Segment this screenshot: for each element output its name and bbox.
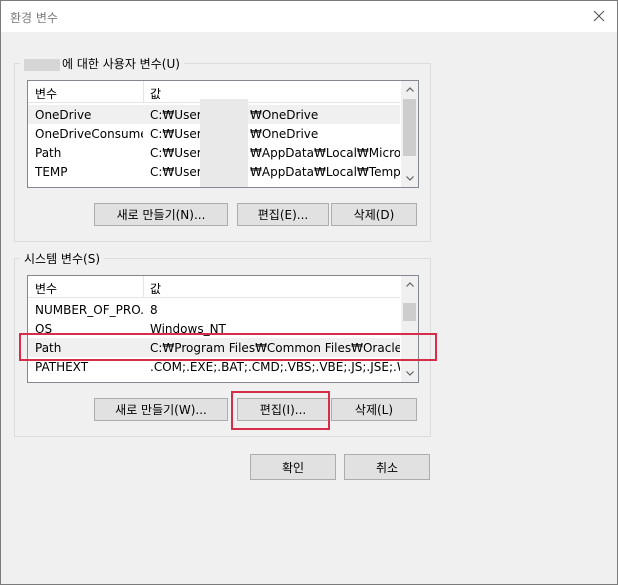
column-separator[interactable]	[143, 276, 144, 297]
title-bar: 환경 변수	[1, 1, 617, 32]
chevron-up-icon	[405, 87, 414, 92]
system-delete-button[interactable]: 삭제(L)	[331, 398, 417, 421]
scroll-down-button[interactable]	[401, 365, 418, 382]
environment-variables-dialog: 환경 변수 에 대한 사용자 변수(U) 변수 값 OneDrive C:₩Us…	[0, 0, 618, 585]
variable-name: OneDrive	[35, 108, 92, 122]
scroll-thumb[interactable]	[403, 303, 416, 321]
variable-name: PATHEXT	[35, 360, 89, 374]
variable-name: TEMP	[35, 165, 68, 179]
variable-value-suffix: ₩OneDrive	[250, 108, 319, 122]
system-new-button[interactable]: 새로 만들기(W)...	[94, 398, 228, 421]
scroll-up-button[interactable]	[401, 81, 418, 98]
variable-value-suffix: ₩AppData₩Local₩Temp	[250, 165, 401, 179]
variable-name: NUMBER_OF_PRO...	[35, 303, 143, 317]
system-variables-legend: 시스템 변수(S)	[24, 252, 100, 266]
column-header-value[interactable]: 값	[150, 280, 161, 297]
chevron-down-icon	[405, 371, 414, 376]
scroll-down-button[interactable]	[401, 170, 418, 187]
scroll-thumb[interactable]	[403, 99, 416, 156]
user-variables-list[interactable]: 변수 값 OneDrive C:₩Users ₩OneDrive OneDriv…	[27, 80, 419, 188]
column-header-value[interactable]: 값	[150, 85, 161, 102]
chevron-down-icon	[405, 176, 414, 181]
variable-value: 8	[150, 303, 158, 317]
scroll-up-button[interactable]	[401, 276, 418, 293]
user-list-scrollbar[interactable]	[400, 81, 418, 187]
user-delete-button[interactable]: 삭제(D)	[331, 203, 417, 226]
chevron-up-icon	[405, 282, 414, 287]
column-separator[interactable]	[143, 81, 144, 102]
window-title: 환경 변수	[10, 11, 58, 25]
close-icon	[593, 10, 605, 22]
table-row[interactable]: NUMBER_OF_PRO... 8	[28, 300, 401, 319]
redacted-path-area	[200, 99, 248, 187]
path-row-highlight	[19, 333, 437, 361]
user-new-button[interactable]: 새로 만들기(N)...	[94, 203, 228, 226]
variable-value: .COM;.EXE;.BAT;.CMD;.VBS;.VBE;.JS;.JSE;.…	[150, 360, 400, 374]
system-list-scrollbar[interactable]	[400, 276, 418, 382]
variable-name: OneDriveConsumer	[35, 127, 143, 141]
column-header-name[interactable]: 변수	[35, 85, 57, 102]
variable-value-suffix: ₩OneDrive	[250, 127, 319, 141]
redacted-username	[24, 58, 60, 71]
variable-value-suffix: ₩AppData₩Local₩Micros...	[250, 146, 400, 160]
system-variables-list[interactable]: 변수 값 NUMBER_OF_PRO... 8 OS Windows_NT Pa…	[27, 275, 419, 383]
close-button[interactable]	[589, 6, 609, 26]
column-header-name[interactable]: 변수	[35, 280, 57, 297]
edit-button-highlight	[231, 391, 330, 430]
system-variables-header: 변수 값	[28, 276, 401, 298]
ok-button[interactable]: 확인	[250, 454, 336, 480]
variable-name: Path	[35, 146, 62, 160]
cancel-button[interactable]: 취소	[344, 454, 430, 480]
user-variables-legend: 에 대한 사용자 변수(U)	[20, 55, 184, 72]
user-edit-button[interactable]: 편집(E)...	[237, 203, 329, 226]
